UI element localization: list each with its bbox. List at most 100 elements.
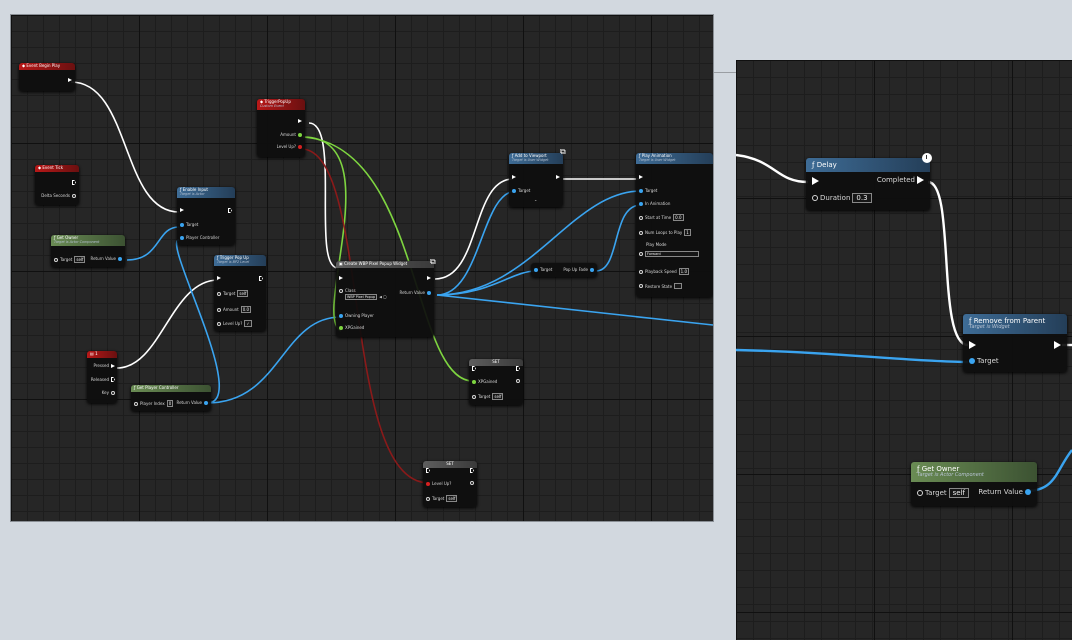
playback-speed-value[interactable]: 1.0 [678,268,690,275]
pin-label: Delta Seconds [41,193,70,198]
exec-out-pin[interactable] [427,276,431,280]
exec-out-pin[interactable] [68,78,72,82]
level-up-pin[interactable] [217,321,221,326]
get-player-controller-node[interactable]: ƒ Get Player Controller Player Index 0 Re… [131,385,211,411]
exec-in-pin[interactable] [426,468,430,473]
float-pin[interactable] [72,193,76,198]
in-animation-pin[interactable] [639,201,643,206]
target-pin[interactable] [180,222,184,227]
restore-state-pin[interactable] [639,284,643,288]
popup-fade-pin[interactable] [590,267,594,272]
target-value[interactable]: self [237,290,249,297]
amount-pin[interactable] [298,132,302,137]
return-value-pin[interactable] [1025,489,1031,495]
player-index-value[interactable]: 0 [166,400,174,407]
get-owner-node[interactable]: ƒ Get Owner Target is Actor Component Tar… [51,235,125,267]
play-mode-dropdown[interactable]: Forward [645,251,699,257]
level-up-pin[interactable] [298,144,302,149]
add-to-viewport-node[interactable]: ƒ Add to Viewport Target is User Widget T… [509,153,563,207]
event-begin-play-node[interactable]: ◆ Event Begin Play [19,63,75,91]
delay-node[interactable]: ƒ Delay Completed Duration 0.3 [806,158,930,210]
expand-arrow[interactable]: ⌄ [534,197,537,202]
exec-in-pin[interactable] [969,341,976,349]
target-pin[interactable] [512,188,516,193]
output-pin[interactable] [516,379,520,383]
blueprint-graph-zoomed[interactable]: ⧉ ƒ Delay Completed Duration0.3 ƒ Remove… [736,60,1072,640]
exec-in-pin[interactable] [812,177,819,185]
exec-in-pin[interactable] [512,175,516,179]
playback-speed-pin[interactable] [639,269,643,274]
target-value[interactable]: self [74,256,86,263]
set-xp-gained-node[interactable]: SET XPGained Target self [469,359,523,405]
target-value[interactable]: self [948,488,970,498]
trigger-pop-up-node[interactable]: ƒ Trigger Pop Up Target is BP2 Level Targ… [214,255,266,331]
target-pin[interactable] [534,267,538,272]
exec-out-pin[interactable] [556,175,560,179]
exec-in-pin[interactable] [639,175,643,179]
create-widget-node[interactable]: ▣ Create WBP Pixel Popup Widget Class WB… [336,261,434,337]
trigger-popup-event-node[interactable]: ◆ TriggerPopUp Custom Event Amount Level … [257,99,305,157]
amount-pin[interactable] [217,307,221,312]
play-animation-node[interactable]: ƒ Play Animation Target is User Widget Ta… [636,153,713,297]
player-index-pin[interactable] [134,401,138,406]
output-pin[interactable] [470,481,474,485]
released-exec-pin[interactable] [111,377,115,382]
completed-exec-pin[interactable] [917,176,924,184]
exec-out-pin[interactable] [516,366,520,371]
play-mode-pin[interactable] [639,252,643,256]
exec-in-pin[interactable] [217,276,221,280]
remove-from-parent-node[interactable]: ƒ Remove from Parent Target is Widget Tar… [963,314,1067,372]
class-pin[interactable] [339,288,343,293]
exec-out-pin[interactable] [259,276,263,281]
popup-fade-get-node[interactable]: Target Pop Up Fade [531,263,597,277]
key-pin[interactable] [111,390,115,395]
class-dropdown[interactable]: WBP Pixel Popup [345,294,378,300]
pressed-exec-pin[interactable] [111,363,115,368]
exec-out-pin[interactable] [72,180,76,185]
key-input-event-node[interactable]: ▤ 1 Pressed Released Key [87,351,117,403]
start-time-pin[interactable] [639,215,643,220]
owning-player-pin[interactable] [339,313,343,318]
exec-in-pin[interactable] [339,276,343,280]
target-pin[interactable] [54,257,58,262]
get-owner-node[interactable]: ƒ Get Owner Target is Actor Component Tar… [911,462,1037,506]
exec-out-pin[interactable] [1054,341,1061,349]
target-value[interactable]: self [446,495,458,502]
enable-input-node[interactable]: ƒ Enable Input Target is Actor Target Pla… [177,187,235,245]
target-pin[interactable] [917,490,923,496]
pin-label: Player Index [140,401,165,406]
exec-out-pin[interactable] [470,468,474,473]
player-controller-pin[interactable] [180,235,184,240]
target-pin[interactable] [217,291,221,296]
xp-gained-pin[interactable] [339,325,343,330]
exec-in-pin[interactable] [472,366,476,371]
return-value-pin[interactable] [204,400,208,405]
set-level-up-node[interactable]: SET Level Up? Target self [423,461,477,507]
exec-out-pin[interactable] [228,208,232,213]
start-time-value[interactable]: 0.0 [673,214,684,221]
exec-out-pin[interactable] [298,119,302,123]
level-up-pin[interactable] [426,481,430,486]
num-loops-value[interactable]: 1 [684,229,691,236]
return-value-pin[interactable] [427,290,431,295]
browse-icon[interactable]: ◀ ◯ [379,295,386,299]
duration-value[interactable]: 0.3 [852,193,872,203]
event-icon: ◆ [22,63,26,68]
target-pin[interactable] [969,358,975,364]
pin-label: Pop Up Fade [563,267,588,272]
return-value-pin[interactable] [118,256,122,261]
level-up-checkbox[interactable]: ✓ [244,320,252,327]
pin-label: Target [645,188,658,193]
target-pin[interactable] [426,496,430,501]
blueprint-graph-main[interactable]: ◆ Event Begin Play ◆ Event Tick Delta Se… [10,14,714,522]
num-loops-pin[interactable] [639,230,643,235]
target-value[interactable]: self [492,393,504,400]
amount-value[interactable]: 0.0 [240,306,252,313]
exec-in-pin[interactable] [180,208,184,212]
target-pin[interactable] [472,394,476,399]
event-tick-node[interactable]: ◆ Event Tick Delta Seconds [35,165,79,205]
duration-pin[interactable] [812,195,818,201]
xp-gained-pin[interactable] [472,379,476,384]
restore-state-checkbox[interactable] [674,283,683,289]
target-pin[interactable] [639,188,643,193]
